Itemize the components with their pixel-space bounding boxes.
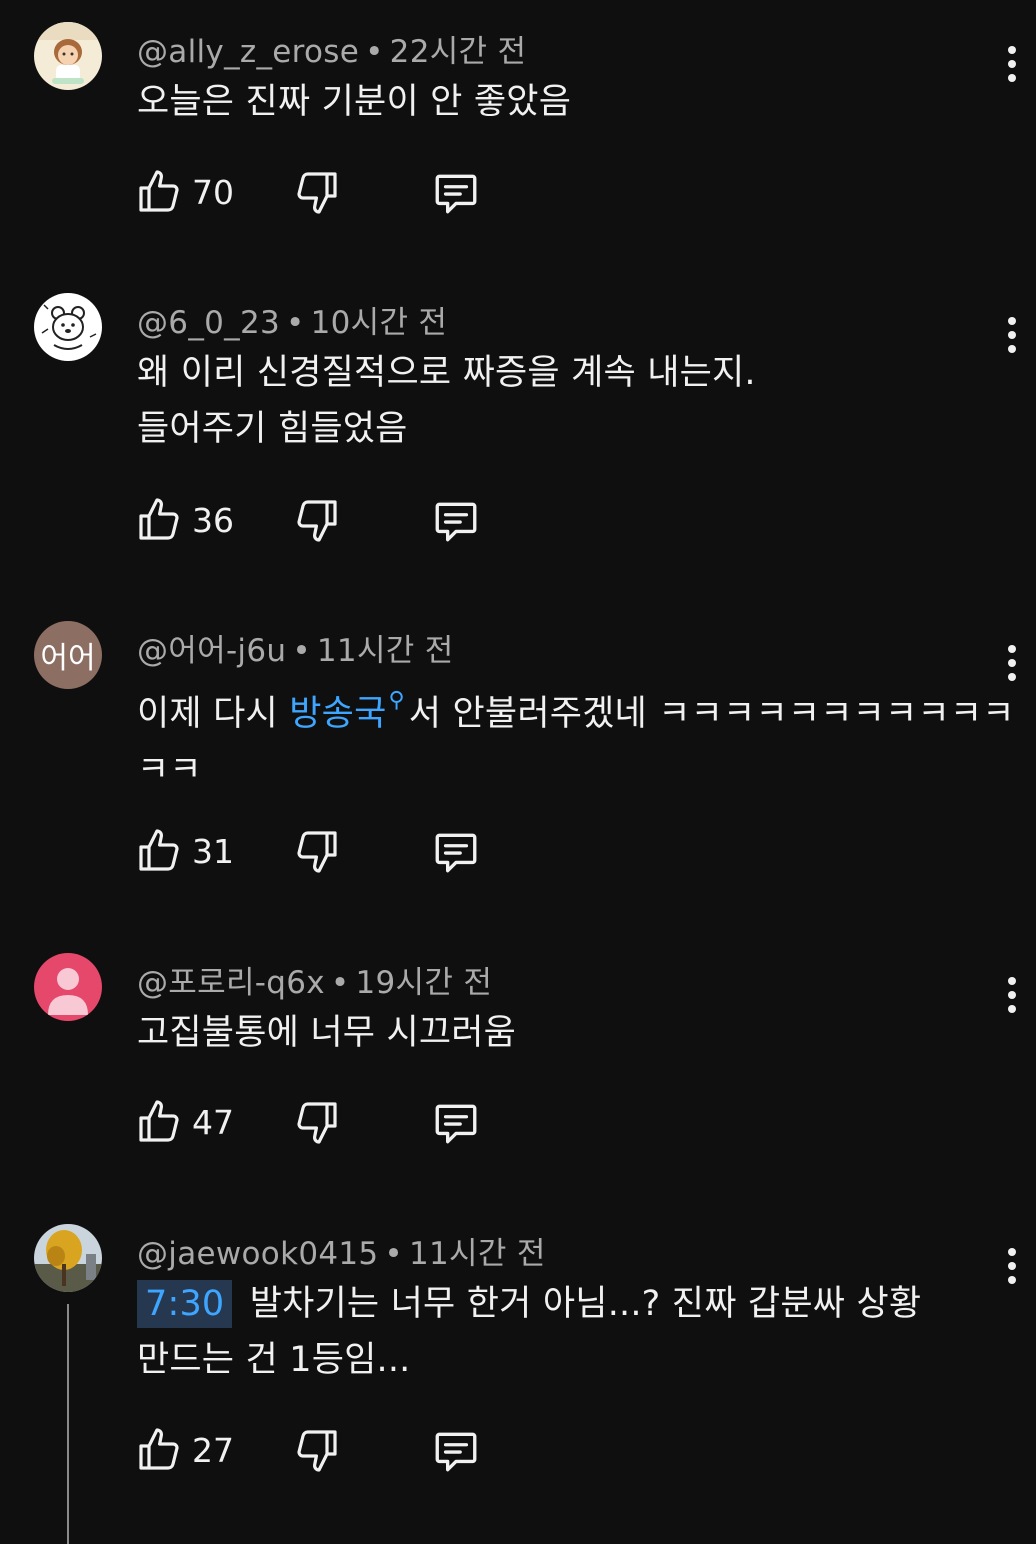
comment-time: 19시간 전	[355, 965, 493, 1001]
reply-button[interactable]	[431, 496, 481, 550]
comment-meta: @어어-j6u • 11시간 전	[137, 625, 454, 670]
comment-time: 10시간 전	[310, 305, 448, 341]
comment-time: 11시간 전	[316, 633, 454, 669]
comment-text: 고집불통에 너무 시끄러움	[137, 1005, 1007, 1061]
thumbs-up-icon	[139, 498, 179, 540]
comment-meta: @포로리-q6x • 19시간 전	[137, 957, 492, 1002]
comment-meta: @jaewook0415 • 11시간 전	[137, 1228, 546, 1273]
comment-reply-icon	[435, 502, 477, 542]
dislike-button[interactable]	[293, 168, 341, 220]
comment-meta: @ally_z_erose • 22시간 전	[137, 26, 526, 71]
thumbs-up-icon	[139, 829, 179, 871]
comment-line: 들어주기 힘들었음	[137, 409, 408, 449]
like-count: 27	[192, 1431, 234, 1470]
thumbs-up-icon	[139, 1100, 179, 1142]
thumbs-down-icon	[297, 172, 337, 214]
meta-separator: •	[365, 34, 384, 70]
kebab-menu-icon	[1008, 1248, 1016, 1284]
like-count: 70	[192, 173, 234, 212]
dislike-button[interactable]	[293, 1426, 341, 1478]
meta-separator: •	[292, 633, 311, 669]
search-link[interactable]: 방송국	[289, 694, 386, 734]
avatar[interactable]	[34, 22, 102, 90]
comment-author[interactable]: @6_0_23	[137, 305, 280, 341]
like-count: 31	[192, 832, 234, 871]
like-button[interactable]	[135, 496, 183, 548]
comment-author[interactable]: @ally_z_erose	[137, 34, 359, 70]
thumbs-down-icon	[297, 1102, 337, 1144]
comment-line: 오늘은 진짜 기분이 안 좋았음	[137, 82, 572, 122]
avatar[interactable]: 어어	[34, 621, 102, 689]
more-options-button[interactable]	[998, 1246, 1026, 1286]
reply-button[interactable]	[431, 1426, 481, 1480]
meta-separator: •	[330, 965, 350, 1001]
reply-button[interactable]	[431, 1098, 481, 1152]
avatar[interactable]	[34, 1224, 102, 1292]
like-button[interactable]	[135, 827, 183, 879]
reply-button[interactable]	[431, 168, 481, 222]
meta-separator: •	[286, 305, 305, 341]
search-icon[interactable]: ⚲	[388, 688, 404, 713]
reply-button[interactable]	[431, 827, 481, 881]
more-options-button[interactable]	[998, 975, 1026, 1015]
thumbs-up-icon	[139, 1428, 179, 1470]
comment-author[interactable]: @어어-j6u	[137, 633, 286, 669]
reply-thread-line	[67, 1304, 69, 1544]
comment-text-segment: 이제 다시	[137, 694, 290, 734]
comment-reply-icon	[435, 1104, 477, 1144]
avatar[interactable]	[34, 953, 102, 1021]
comment-meta: @6_0_23 • 10시간 전	[137, 297, 447, 342]
like-button[interactable]	[135, 1098, 183, 1150]
comment-time: 11시간 전	[409, 1236, 546, 1272]
comment-time: 22시간 전	[389, 34, 527, 70]
dislike-button[interactable]	[293, 1098, 341, 1150]
dislike-button[interactable]	[293, 496, 341, 548]
comment-text-segment: 발차기는 너무 한거 아님...? 진짜 갑분싸 상황	[238, 1284, 922, 1324]
more-options-button[interactable]	[998, 44, 1026, 84]
like-button[interactable]	[135, 168, 183, 220]
comment-reply-icon	[435, 174, 477, 214]
comment-line: 왜 이리 신경질적으로 짜증을 계속 내는지.	[137, 353, 756, 393]
autumn-tree-avatar-icon	[34, 1224, 102, 1292]
comment-text-segment: 서 안불러주겠네 ㅋㅋㅋㅋㅋㅋㅋㅋㅋㅋㅋ	[408, 694, 1015, 734]
video-timestamp-link[interactable]: 7:30	[137, 1280, 233, 1328]
meta-separator: •	[384, 1236, 404, 1272]
comment-text: 왜 이리 신경질적으로 짜증을 계속 내는지. 들어주기 힘들었음	[137, 345, 1007, 457]
kebab-menu-icon	[1008, 645, 1016, 681]
dislike-button[interactable]	[293, 827, 341, 879]
more-options-button[interactable]	[998, 643, 1026, 683]
kebab-menu-icon	[1008, 317, 1016, 353]
comment-author[interactable]: @jaewook0415	[137, 1236, 378, 1272]
comment-reply-icon	[435, 833, 477, 873]
thumbs-down-icon	[297, 1430, 337, 1472]
kebab-menu-icon	[1008, 977, 1016, 1013]
like-count: 47	[192, 1103, 234, 1142]
bear-doodle-avatar-icon	[34, 293, 102, 361]
comment-text: 오늘은 진짜 기분이 안 좋았음	[137, 74, 1007, 130]
like-count: 36	[192, 501, 234, 540]
thumbs-up-icon	[139, 170, 179, 212]
comment-text: 이제 다시 방송국⚲ 서 안불러주겠네 ㅋㅋㅋㅋㅋㅋㅋㅋㅋㅋㅋ ㅋㅋ	[137, 673, 1014, 798]
comment-text: 7:30 발차기는 너무 한거 아님...? 진짜 갑분싸 상황 만드는 건 1…	[137, 1276, 1007, 1388]
kebab-menu-icon	[1008, 46, 1016, 82]
cartoon-girl-avatar-icon	[34, 22, 102, 90]
like-button[interactable]	[135, 1426, 183, 1478]
more-options-button[interactable]	[998, 315, 1026, 355]
comment-line: 고집불통에 너무 시끄러움	[137, 1013, 517, 1053]
comment-line: 만드는 건 1등임...	[137, 1340, 411, 1380]
avatar-initials: 어어	[40, 641, 96, 676]
comment-reply-icon	[435, 1432, 477, 1472]
thumbs-down-icon	[297, 831, 337, 873]
comment-line: ㅋㅋ	[137, 750, 202, 790]
avatar[interactable]	[34, 293, 102, 361]
comment-author[interactable]: @포로리-q6x	[137, 965, 325, 1001]
thumbs-down-icon	[297, 500, 337, 542]
default-person-avatar-icon	[34, 953, 102, 1021]
